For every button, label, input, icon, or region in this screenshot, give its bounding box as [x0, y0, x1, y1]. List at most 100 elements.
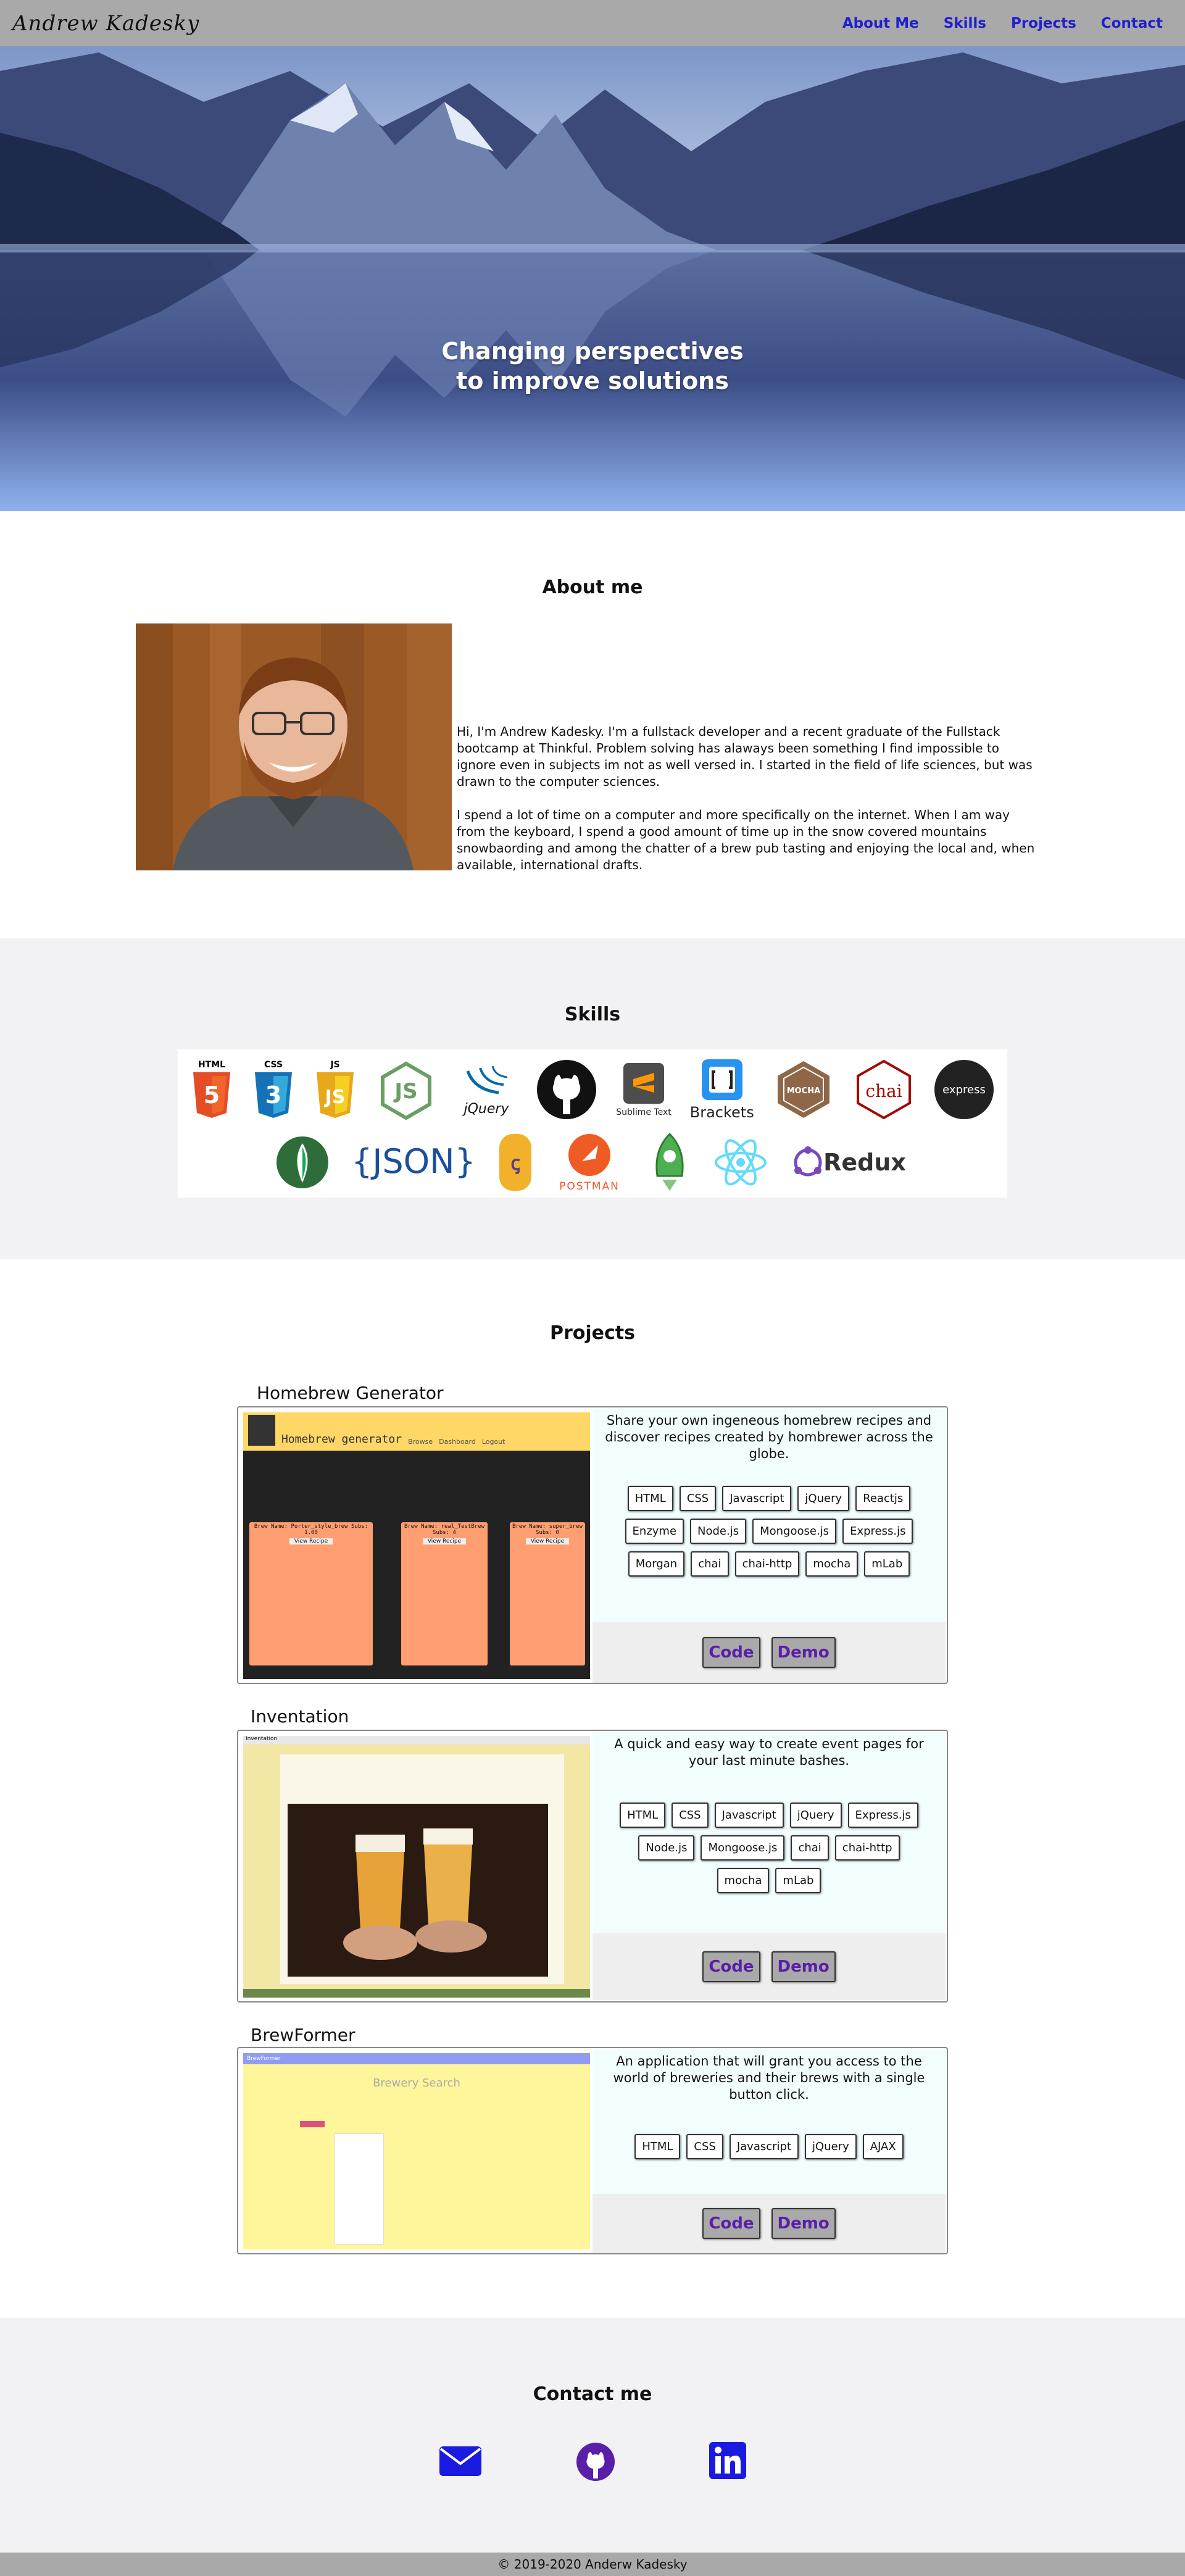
mocha-logo: MOCHA — [773, 1059, 834, 1120]
projects-title: Projects — [549, 1322, 635, 1344]
shot-nav-logout: Logout — [481, 1438, 505, 1446]
about-section: About me Hi, I'm Andrew Kadesky. I'm a f… — [0, 511, 1185, 938]
project-screenshot[interactable]: Homebrew generator Browse Dashboard Logo… — [243, 1412, 590, 1679]
tech-tag: jQuery — [789, 1803, 842, 1828]
project-card: Homebrew generator Browse Dashboard Logo… — [237, 1406, 948, 1684]
skills-row-2: {JSON} ꞔ POSTMAN Redux — [178, 1128, 1007, 1196]
beer-toast-image — [288, 1804, 548, 1977]
project-details: An application that will grant you acces… — [592, 2049, 946, 2253]
postman-logo: POSTMAN — [552, 1132, 626, 1193]
homebrew-logo — [248, 1415, 275, 1446]
nav-link-about[interactable]: About Me — [842, 15, 919, 31]
shot-recipe-card-title: Brew Name: super_brew Subs: 0 — [512, 1524, 583, 1536]
sublime-text-caption: Sublime Text — [616, 1107, 672, 1117]
chai-logo: chai — [853, 1059, 915, 1120]
react-logo — [713, 1135, 768, 1190]
express-logo-label: express — [942, 1083, 986, 1096]
projects-section: Projects Homebrew Generator Homebrew gen… — [0, 1259, 1185, 2318]
tech-tag: mLab — [864, 1551, 910, 1577]
about-paragraph-1: Hi, I'm Andrew Kadesky. I'm a fullstack … — [457, 724, 1033, 789]
project-details: A quick and easy way to create event pag… — [592, 1732, 946, 2000]
brackets-logo: Brackets — [690, 1058, 754, 1121]
nav-links: About Me Skills Projects Contact — [842, 15, 1163, 31]
tech-tags: HTML CSS Javascript jQuery Reactjs Enzym… — [592, 1486, 946, 1577]
tech-tag: jQuery — [805, 2134, 857, 2159]
demo-button[interactable]: Demo — [771, 1637, 836, 1668]
project-description: A quick and easy way to create event pag… — [614, 1736, 924, 1768]
tech-tag: mocha — [717, 1868, 770, 1893]
tech-tags: HTML CSS Javascript jQuery Express.js No… — [592, 1803, 946, 1893]
project-details: Share your own ingeneous homebrew recipe… — [592, 1409, 946, 1683]
html5-logo-label: HTML — [198, 1060, 225, 1070]
tech-tag: Node.js — [638, 1835, 695, 1861]
code-button[interactable]: Code — [702, 1637, 760, 1668]
envelope-icon[interactable] — [438, 2441, 483, 2478]
project-description: An application that will grant you acces… — [613, 2054, 925, 2102]
project-actions: Code Demo — [592, 2194, 946, 2253]
json-logo-label: {JSON} — [351, 1142, 476, 1181]
code-button[interactable]: Code — [702, 2208, 760, 2239]
github-icon[interactable] — [575, 2441, 616, 2482]
tech-tag: Mongoose.js — [752, 1519, 837, 1544]
hero-tagline-line2: to improve solutions — [456, 367, 729, 394]
tech-tag: chai — [791, 1835, 829, 1861]
contact-links — [0, 2441, 1185, 2482]
css3-logo-label: CSS — [264, 1060, 283, 1070]
project-actions: Code Demo — [592, 1622, 946, 1683]
express-logo: express — [933, 1059, 995, 1120]
shot-search-button — [300, 2121, 325, 2127]
nav-link-projects[interactable]: Projects — [1011, 15, 1076, 31]
nodejs-logo: JS — [375, 1059, 437, 1120]
skills-title: Skills — [564, 1004, 621, 1025]
tech-tag: chai-http — [834, 1835, 900, 1861]
site-footer: © 2019-2020 Anderw Kadesky — [0, 2553, 1185, 2576]
project-info: An application that will grant you acces… — [592, 2049, 946, 2194]
about-text: Hi, I'm Andrew Kadesky. I'm a fullstack … — [457, 723, 1037, 873]
svg-text:JS: JS — [324, 1086, 346, 1108]
tech-tag: Mongoose.js — [701, 1835, 785, 1861]
svg-text:JS: JS — [394, 1079, 418, 1104]
shot-recipe-card-title: Brew Name: real_TestBrew Subs: 4 — [404, 1524, 485, 1536]
linkedin-icon[interactable] — [709, 2441, 747, 2480]
tech-tag: mLab — [775, 1868, 821, 1893]
tech-tag: Javascript — [714, 1803, 784, 1828]
mongodb-logo — [275, 1135, 330, 1190]
hero-banner: Changing perspectives to improve solutio… — [0, 46, 1185, 511]
html5-logo: HTML 5 — [190, 1059, 233, 1120]
shot-title: Homebrew generator — [281, 1433, 402, 1446]
top-navbar: Andrew Kadesky About Me Skills Projects … — [0, 0, 1185, 46]
profile-photo — [136, 623, 452, 870]
tech-tag: HTML — [634, 2134, 681, 2159]
shot-view-recipe: View Recipe — [289, 1538, 333, 1544]
hero-tagline-line1: Changing perspectives — [441, 338, 744, 365]
code-button[interactable]: Code — [702, 1951, 760, 1982]
tech-tag: CSS — [672, 1803, 709, 1828]
css3-logo: CSS 3 — [252, 1059, 295, 1120]
shot-title: BrewFormer — [243, 2053, 590, 2064]
shot-recipe-card: Brew Name: Porter_style_brew Subs: 1.00 … — [249, 1522, 373, 1665]
shot-view-recipe: View Recipe — [526, 1538, 569, 1544]
nav-link-contact[interactable]: Contact — [1101, 15, 1163, 31]
shot-view-recipe: View Recipe — [423, 1538, 466, 1544]
json-logo: {JSON} — [349, 1135, 478, 1190]
tech-tag: Morgan — [628, 1551, 685, 1577]
contact-section: Contact me — [0, 2318, 1185, 2553]
demo-button[interactable]: Demo — [771, 2208, 836, 2239]
project-screenshot[interactable]: BrewFormer Brewery Search — [243, 2053, 590, 2249]
project-actions: Code Demo — [592, 1933, 946, 2000]
tech-tag: CSS — [679, 1486, 717, 1511]
site-brand[interactable]: Andrew Kadesky — [12, 11, 199, 36]
nav-link-skills[interactable]: Skills — [944, 15, 986, 31]
tech-tag: AJAX — [862, 2134, 904, 2159]
mocha-logo-label: MOCHA — [786, 1086, 820, 1096]
contact-title: Contact me — [533, 2383, 652, 2405]
shot-nav-browse: Browse — [408, 1438, 433, 1446]
javascript-logo: JS JS — [314, 1059, 357, 1120]
redux-logo: Redux — [787, 1135, 910, 1190]
about-title: About me — [542, 577, 643, 598]
hero-tagline: Changing perspectives to improve solutio… — [0, 336, 1185, 396]
svg-text:5: 5 — [204, 1082, 220, 1109]
demo-button[interactable]: Demo — [771, 1951, 836, 1982]
project-screenshot[interactable]: Inventation — [243, 1736, 590, 1998]
skills-section: Skills HTML 5 CSS 3 JS JS JS jQuery Subl… — [0, 938, 1185, 1259]
